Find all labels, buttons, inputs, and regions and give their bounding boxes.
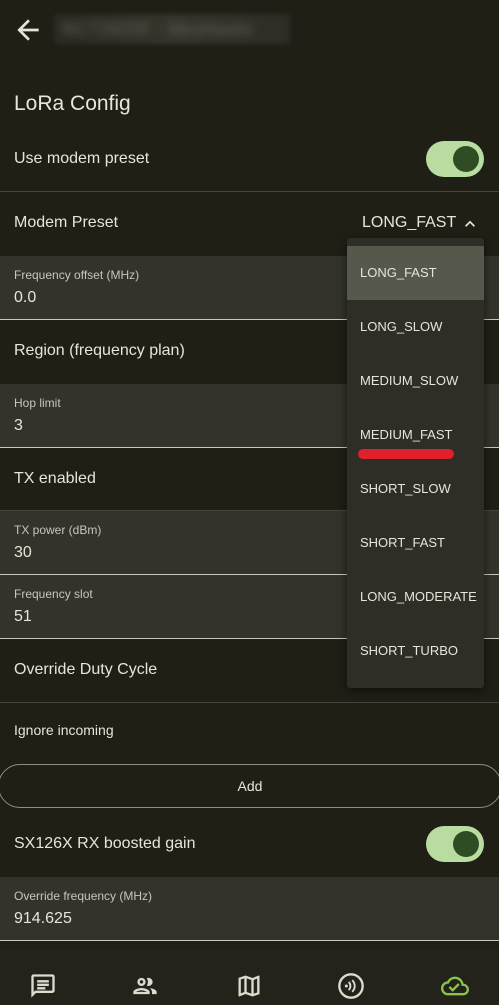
add-ignore-incoming-button[interactable]: Add	[0, 764, 499, 808]
modem-preset-label: Modem Preset	[14, 214, 119, 231]
nodes-icon[interactable]	[337, 972, 365, 1000]
toggle-knob	[453, 831, 479, 857]
hop-limit-value[interactable]: 3	[14, 417, 23, 435]
dropdown-option-long-slow[interactable]: LONG_SLOW	[347, 300, 484, 354]
override-frequency-label: Override frequency (MHz)	[14, 889, 153, 903]
divider	[0, 191, 499, 192]
use-modem-preset-toggle[interactable]	[426, 141, 484, 177]
modem-preset-value[interactable]: LONG_FAST	[362, 214, 456, 232]
dropdown-option-long-fast[interactable]: LONG_FAST	[347, 246, 484, 300]
ignore-incoming-label: Ignore incoming	[14, 722, 114, 738]
frequency-slot-value[interactable]: 51	[14, 608, 32, 626]
frequency-offset-value[interactable]: 0.0	[14, 289, 36, 307]
hop-limit-label: Hop limit	[14, 396, 61, 410]
override-duty-cycle-label: Override Duty Cycle	[14, 661, 158, 678]
rx-boosted-gain-toggle[interactable]	[426, 826, 484, 862]
tx-power-label: TX power (dBm)	[14, 523, 102, 537]
dropdown-option-medium-slow[interactable]: MEDIUM_SLOW	[347, 354, 484, 408]
chevron-up-icon[interactable]	[460, 214, 480, 234]
toggle-knob	[453, 146, 479, 172]
dropdown-option-short-fast[interactable]: SHORT_FAST	[347, 516, 484, 570]
top-app-bar: !6C726D5F - Meshtastic	[0, 0, 499, 62]
frequency-slot-label: Frequency slot	[14, 587, 93, 601]
connection-cloud-icon[interactable]	[441, 972, 469, 1000]
tx-enabled-label: TX enabled	[14, 470, 96, 487]
use-modem-preset-label: Use modem preset	[14, 150, 150, 167]
app-bar-title: !6C726D5F - Meshtastic	[54, 14, 290, 44]
section-title: LoRa Config	[14, 92, 131, 115]
dropdown-option-long-moderate[interactable]: LONG_MODERATE	[347, 570, 484, 624]
map-icon[interactable]	[235, 972, 263, 1000]
override-frequency-field[interactable]: Override frequency (MHz) 914.625	[0, 877, 499, 941]
tx-power-value[interactable]: 30	[14, 544, 32, 562]
rx-boosted-gain-label: SX126X RX boosted gain	[14, 835, 196, 852]
divider	[0, 702, 499, 703]
annotation-underline	[358, 449, 454, 459]
app-bar-title-text: !6C726D5F - Meshtastic	[60, 19, 255, 39]
arrow-back-icon[interactable]	[12, 14, 44, 46]
messages-icon[interactable]	[29, 972, 57, 1000]
override-frequency-value[interactable]: 914.625	[14, 910, 72, 928]
dropdown-option-short-turbo[interactable]: SHORT_TURBO	[347, 624, 484, 678]
region-label[interactable]: Region (frequency plan)	[14, 342, 185, 360]
contacts-icon[interactable]	[131, 972, 159, 1000]
modem-preset-dropdown: LONG_FAST LONG_SLOW MEDIUM_SLOW MEDIUM_F…	[347, 238, 484, 688]
bottom-navigation	[0, 950, 499, 1005]
frequency-offset-label: Frequency offset (MHz)	[14, 268, 140, 282]
dropdown-option-short-slow[interactable]: SHORT_SLOW	[347, 462, 484, 516]
